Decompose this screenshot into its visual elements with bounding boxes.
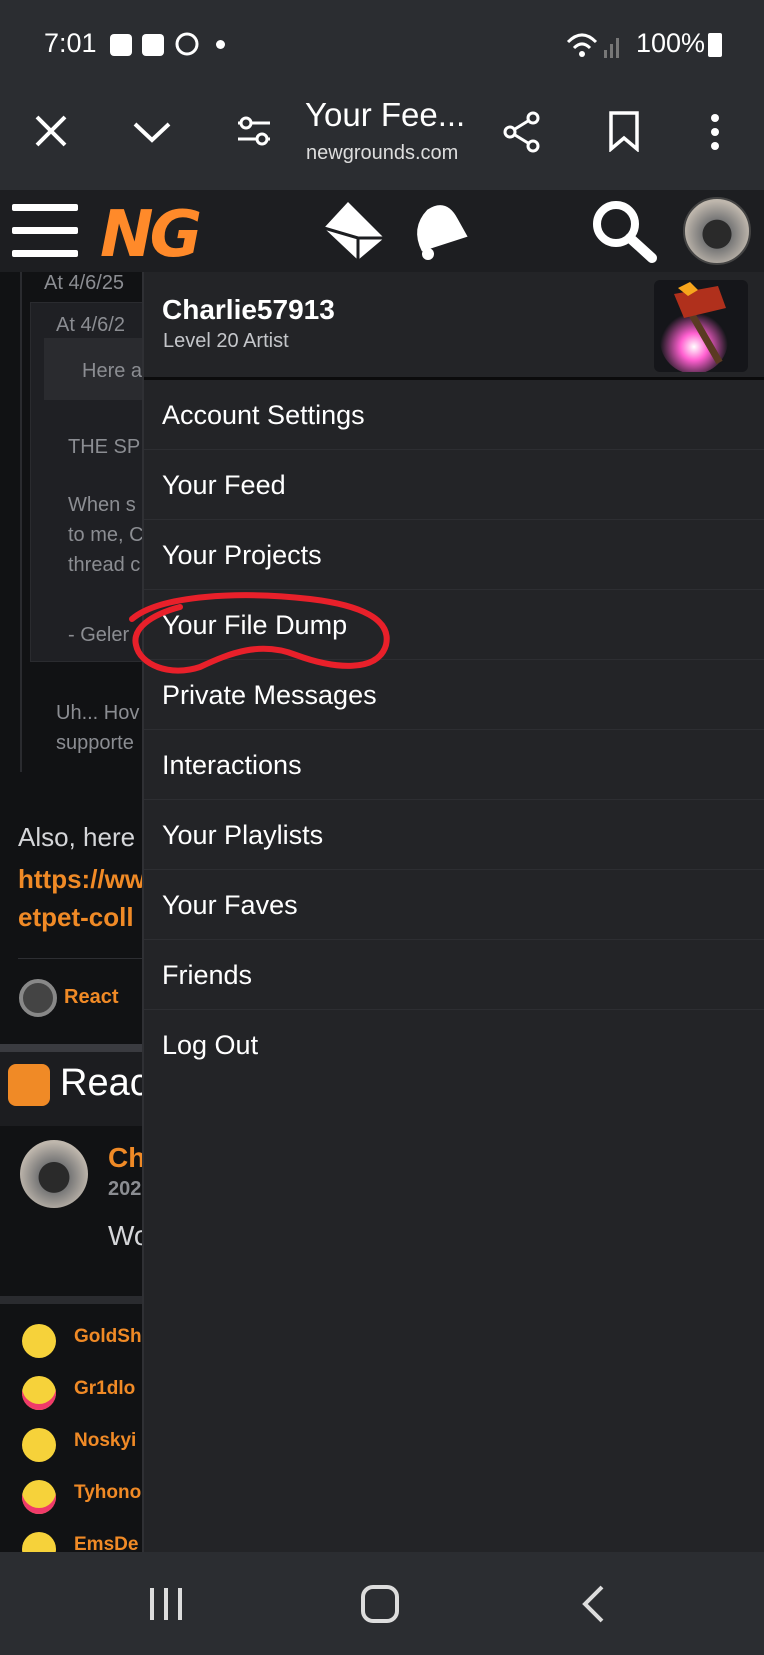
page-title: Your Fee... (305, 96, 466, 133)
post-link[interactable]: https://ww (18, 864, 142, 895)
back-icon[interactable] (580, 1584, 606, 1624)
post-text: Also, here (18, 822, 136, 852)
page-settings-icon[interactable] (236, 114, 272, 148)
post-text: supporte (56, 732, 134, 754)
commenter-name[interactable]: Ch (108, 1142, 142, 1174)
menu-item-your-playlists[interactable]: Your Playlists (144, 800, 764, 870)
commenter-avatar[interactable] (20, 1140, 88, 1208)
quote-text: When s (68, 494, 136, 516)
menu-item-your-feed[interactable]: Your Feed (144, 450, 764, 520)
comment-text: Wo (108, 1220, 142, 1251)
wifi-signal-icon (566, 33, 619, 58)
user-dropdown-menu: Charlie57913 Level 20 Artist Account Set… (142, 272, 764, 1552)
battery-percent: 100% (636, 28, 706, 58)
share-icon[interactable] (502, 110, 542, 154)
quote-date-nested: At 4/6/2 (56, 314, 125, 336)
menu-item-your-projects[interactable]: Your Projects (144, 520, 764, 590)
quote-date: At 4/6/25 (44, 272, 125, 294)
search-icon[interactable] (590, 198, 658, 264)
recent-apps-icon[interactable] (148, 1586, 184, 1622)
reactor-name[interactable]: Gr1dlo (74, 1378, 135, 1400)
quote-text: THE SP (68, 436, 141, 458)
divider (18, 958, 142, 959)
quote-text: thread c (68, 554, 141, 576)
browser-toolbar: Your Fee... newgrounds.com (0, 86, 764, 190)
section-divider (0, 1044, 142, 1052)
react-icon[interactable] (18, 978, 58, 1018)
hamburger-menu-icon[interactable] (12, 204, 78, 258)
reactor-name[interactable]: GoldSh (74, 1326, 142, 1348)
menu-item-your-file-dump[interactable]: Your File Dump (144, 590, 764, 660)
username[interactable]: Charlie57913 (162, 294, 335, 326)
whatsapp-icon (175, 32, 199, 56)
home-icon[interactable] (360, 1584, 400, 1624)
sim-icon (110, 34, 132, 56)
quote-text: Here a (82, 360, 142, 382)
status-time: 7:01 (44, 28, 97, 58)
quote-rule (20, 272, 22, 772)
menu-item-log-out[interactable]: Log Out (144, 1010, 764, 1080)
section-divider (0, 1296, 142, 1304)
notification-dot (216, 40, 225, 49)
reactor-name[interactable]: Noskyi (74, 1430, 136, 1452)
quote-text: to me, C (68, 524, 142, 546)
reaction-face-icon (8, 1064, 50, 1106)
reactor-name[interactable]: EmsDe (74, 1534, 138, 1552)
inbox-icon[interactable] (318, 198, 390, 264)
menu-item-friends[interactable]: Friends (144, 940, 764, 1010)
chevron-down-icon[interactable] (132, 120, 172, 144)
notifications-bell-icon[interactable] (402, 196, 468, 264)
page-url[interactable]: newgrounds.com (306, 142, 458, 165)
comment-date: 202 (108, 1178, 142, 1200)
menu-list: Account Settings Your Feed Your Projects… (144, 380, 764, 1080)
bookmark-icon[interactable] (608, 110, 640, 152)
status-bar: 7:01 100% (0, 0, 764, 86)
close-icon[interactable] (34, 114, 68, 148)
user-avatar[interactable] (683, 197, 751, 265)
battery-icon (708, 33, 722, 57)
menu-item-your-faves[interactable]: Your Faves (144, 870, 764, 940)
site-header: NG (0, 190, 764, 272)
menu-item-private-messages[interactable]: Private Messages (144, 660, 764, 730)
post-text: Uh... Hov (56, 702, 140, 724)
smile-emoji-icon (22, 1532, 56, 1552)
more-options-icon[interactable] (708, 112, 722, 152)
react-button[interactable]: React (64, 986, 118, 1009)
level-badge-icon (654, 280, 748, 372)
gallery-icon (142, 34, 164, 56)
menu-item-interactions[interactable]: Interactions (144, 730, 764, 800)
background-page: At 4/6/25 At 4/6/2 Here a THE SP When s … (0, 272, 142, 1552)
system-nav-bar (0, 1552, 764, 1655)
smile-emoji-icon (22, 1428, 56, 1462)
post-link[interactable]: etpet-coll (18, 902, 134, 933)
quote-text: - Geler (68, 624, 130, 646)
heart-eyes-emoji-icon (22, 1376, 56, 1410)
heart-eyes-emoji-icon (22, 1480, 56, 1514)
reactor-name[interactable]: Tyhono (74, 1482, 141, 1504)
user-level: Level 20 Artist (163, 330, 289, 352)
smile-emoji-icon (22, 1324, 56, 1358)
reactions-title: React (60, 1062, 142, 1104)
menu-header: Charlie57913 Level 20 Artist (144, 272, 764, 380)
newgrounds-logo[interactable]: NG (100, 198, 202, 272)
menu-item-account-settings[interactable]: Account Settings (144, 380, 764, 450)
